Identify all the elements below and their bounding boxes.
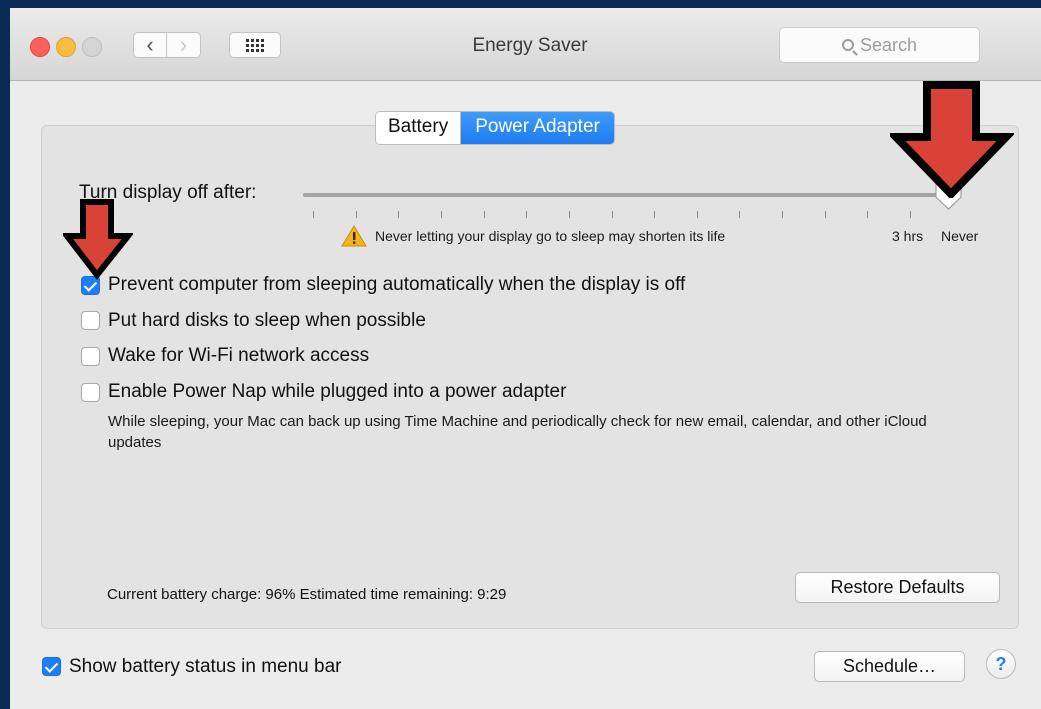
search-field[interactable]: Search [779, 27, 980, 63]
hard-disk-sleep-checkbox[interactable] [81, 311, 100, 330]
energy-saver-window: ‹ › Energy Saver Search Battery Power Ad… [10, 8, 1041, 709]
desktop-edge [0, 0, 10, 709]
annotation-arrow-down-icon [890, 81, 1014, 198]
tab-bar: Battery Power Adapter [375, 111, 615, 145]
help-icon: ? [995, 653, 1007, 674]
battery-status-text: Current battery charge: 96% Estimated ti… [107, 586, 507, 603]
slider-tick [483, 211, 485, 218]
slider-tick [696, 211, 698, 218]
power-nap-description: While sleeping, your Mac can back up usi… [108, 413, 927, 451]
help-button[interactable]: ? [986, 649, 1016, 679]
display-sleep-slider[interactable] [303, 193, 953, 197]
slider-tick [526, 211, 528, 218]
restore-defaults-button[interactable]: Restore Defaults [795, 572, 1000, 603]
slider-tick [739, 211, 741, 218]
search-icon [841, 39, 854, 51]
slider-tick [398, 211, 400, 218]
tab-power-adapter[interactable]: Power Adapter [461, 112, 614, 144]
search-placeholder: Search [859, 34, 918, 55]
slider-fill [303, 193, 953, 197]
tick-label-3hrs: 3 hrs [892, 228, 924, 244]
slider-tick [867, 211, 869, 218]
slider-tick [611, 211, 613, 218]
slider-tick [782, 211, 784, 218]
wake-wifi-label: Wake for Wi-Fi network access [108, 345, 370, 366]
warning-icon [341, 225, 367, 247]
tick-label-never: Never [941, 228, 979, 244]
checkmark-icon [44, 658, 59, 673]
slider-ticks [313, 211, 911, 219]
show-battery-status-label: Show battery status in menu bar [69, 656, 342, 677]
wake-wifi-checkbox[interactable] [81, 347, 100, 366]
prevent-sleep-label: Prevent computer from sleeping automatic… [108, 274, 686, 295]
title-bar: ‹ › Energy Saver Search [10, 8, 1041, 81]
annotation-arrow-down-icon [63, 199, 133, 280]
show-battery-status-checkbox[interactable] [42, 657, 61, 676]
slider-tick [355, 211, 357, 218]
tab-battery[interactable]: Battery [376, 112, 462, 144]
slider-tick [824, 211, 826, 218]
slider-tick [568, 211, 570, 218]
slider-tick [910, 211, 911, 218]
power-nap-label: Enable Power Nap while plugged into a po… [108, 381, 567, 402]
slider-tick [440, 211, 442, 218]
power-nap-checkbox[interactable] [81, 383, 100, 402]
display-sleep-warning: Never letting your display go to sleep m… [375, 228, 726, 244]
slider-tick [654, 211, 656, 218]
schedule-button[interactable]: Schedule… [814, 651, 965, 682]
slider-tick [313, 211, 314, 218]
hard-disk-sleep-label: Put hard disks to sleep when possible [108, 310, 426, 331]
